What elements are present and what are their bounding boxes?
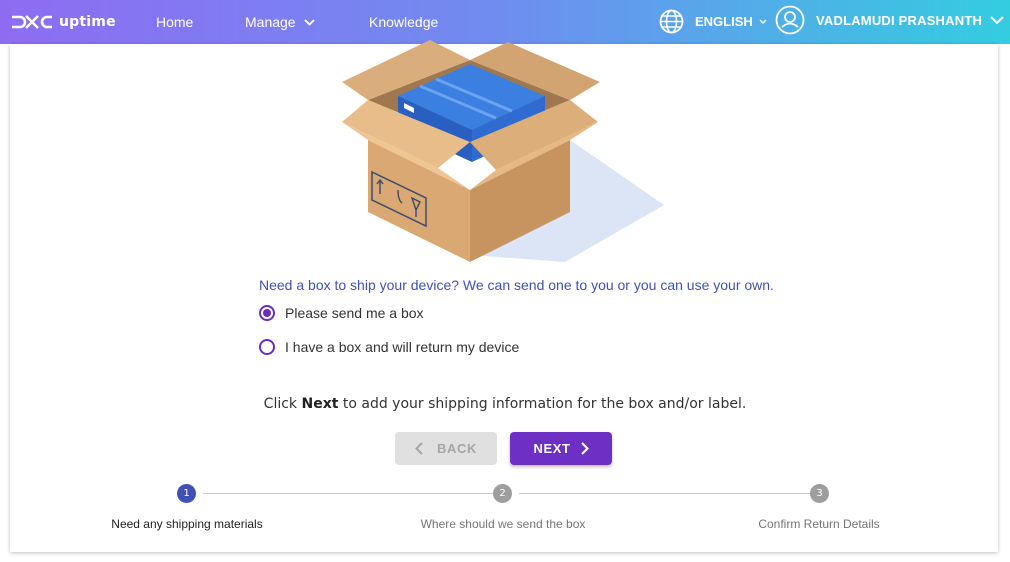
chevron-down-icon	[303, 18, 315, 26]
option-own-box-label: I have a box and will return my device	[285, 339, 520, 355]
brand-name: uptime	[59, 14, 116, 30]
step-2-label: Where should we send the box	[420, 517, 586, 531]
back-button[interactable]: BACK	[395, 432, 497, 465]
language-label: ENGLISH	[695, 14, 753, 29]
chevron-down-icon	[759, 19, 767, 24]
nav-manage[interactable]: Manage	[245, 14, 315, 30]
option-send-box[interactable]: Please send me a box	[259, 305, 424, 321]
dxc-uptime-logo[interactable]: uptime	[10, 11, 116, 33]
user-name: VADLAMUDI PRASHANTH	[816, 12, 983, 28]
language-selector[interactable]: ENGLISH	[659, 9, 767, 34]
radio-unselected[interactable]	[259, 339, 275, 355]
radio-selected[interactable]	[259, 305, 275, 321]
user-menu[interactable]: VADLAMUDI PRASHANTH	[775, 5, 1004, 35]
step-3-indicator: 3	[810, 484, 829, 503]
back-button-label: BACK	[437, 441, 477, 456]
stepper-connector-1	[203, 493, 493, 494]
option-own-box[interactable]: I have a box and will return my device	[259, 339, 519, 355]
instruction-next-word: Next	[301, 396, 339, 412]
step-1-label: Need any shipping materials	[111, 517, 263, 531]
chevron-left-icon	[415, 442, 423, 455]
stepper-connector-2	[519, 493, 810, 494]
option-send-box-label: Please send me a box	[285, 305, 424, 321]
nav-home[interactable]: Home	[156, 14, 193, 30]
next-instruction: Click Next to add your shipping informat…	[0, 396, 1010, 412]
instruction-prefix: Click	[263, 396, 302, 412]
top-navigation-bar: uptime Home Manage Knowledge ENGLISH VAD…	[0, 0, 1010, 44]
dxc-logo-icon	[12, 15, 52, 29]
globe-icon	[659, 9, 684, 34]
nav-manage-label: Manage	[245, 14, 296, 30]
nav-knowledge[interactable]: Knowledge	[369, 14, 438, 30]
step-3-label: Confirm Return Details	[758, 517, 880, 531]
user-avatar-icon	[775, 5, 805, 35]
instruction-suffix: to add your shipping information for the…	[338, 396, 747, 412]
next-button-label: NEXT	[533, 441, 571, 456]
next-button[interactable]: NEXT	[510, 432, 612, 465]
box-question: Need a box to ship your device? We can s…	[259, 277, 774, 293]
step-2-indicator: 2	[493, 484, 512, 503]
shipping-box-illustration	[342, 40, 664, 262]
chevron-down-icon	[990, 15, 1004, 24]
step-1-indicator: 1	[177, 484, 196, 503]
chevron-right-icon	[580, 442, 589, 455]
